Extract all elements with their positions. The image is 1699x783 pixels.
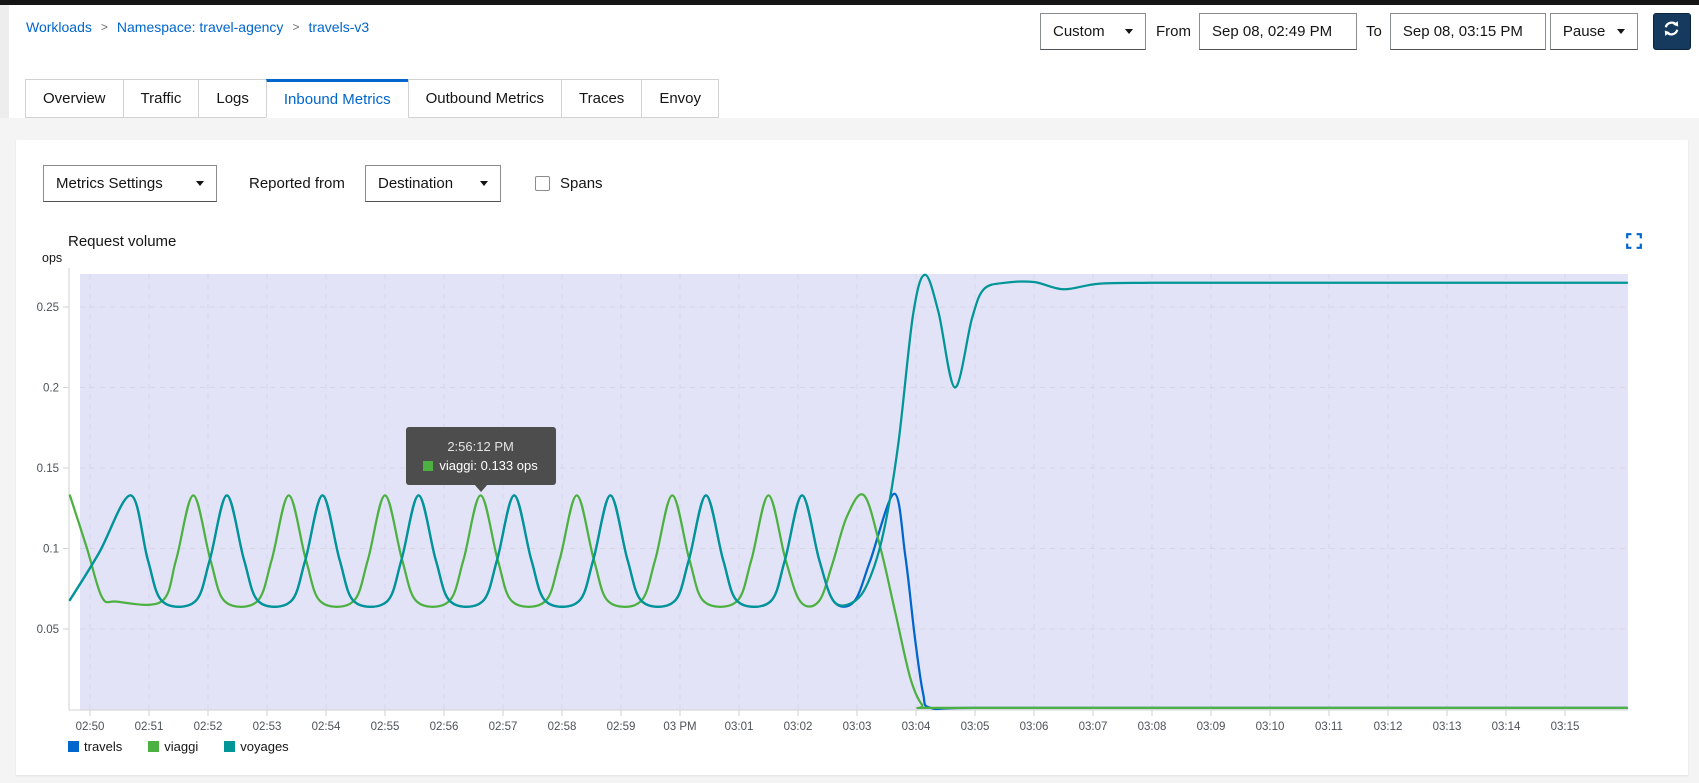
tooltip-value: viaggi: 0.133 ops (439, 458, 537, 473)
spans-checkbox[interactable] (535, 176, 550, 191)
legend-item-travels[interactable]: travels (68, 739, 122, 754)
page-background-band (0, 118, 1699, 140)
caret-down-icon (196, 181, 204, 186)
breadcrumb-separator: > (292, 20, 299, 34)
x-tick-label: 02:56 (430, 721, 459, 733)
legend-item-voyages[interactable]: voyages (224, 739, 288, 754)
refresh-interval-select[interactable]: Pause (1550, 13, 1638, 50)
x-tick-label: 03 PM (663, 721, 696, 733)
caret-down-icon (1617, 29, 1625, 34)
tab-outbound-metrics[interactable]: Outbound Metrics (408, 79, 562, 118)
y-tick-label: 0.25 (37, 302, 59, 314)
sync-icon (1663, 20, 1680, 42)
y-axis-unit-label: ops (42, 251, 62, 265)
reported-from-value: Destination (378, 175, 453, 192)
workload-detail-tabs: Overview Traffic Logs Inbound Metrics Ou… (25, 79, 719, 118)
x-tick-label: 03:09 (1197, 721, 1226, 733)
x-tick-label: 03:10 (1256, 721, 1285, 733)
tooltip-caret (474, 484, 488, 492)
plot-area-background (80, 274, 1628, 710)
duration-select[interactable]: Custom (1040, 13, 1146, 50)
tooltip-series-swatch (423, 461, 433, 471)
metrics-settings-dropdown[interactable]: Metrics Settings (43, 165, 217, 202)
x-tick-label: 03:04 (902, 721, 931, 733)
caret-down-icon (480, 181, 488, 186)
tab-envoy[interactable]: Envoy (641, 79, 719, 118)
breadcrumb-link-workloads[interactable]: Workloads (26, 19, 92, 35)
legend-swatch-viaggi (148, 741, 159, 752)
x-tick-label: 03:03 (843, 721, 872, 733)
breadcrumb-link-workload[interactable]: travels-v3 (308, 19, 369, 35)
reported-from-select[interactable]: Destination (365, 165, 501, 202)
x-tick-label: 02:58 (548, 721, 577, 733)
duration-select-value: Custom (1053, 23, 1105, 40)
x-tick-label: 02:50 (76, 721, 105, 733)
legend-item-viaggi[interactable]: viaggi (148, 739, 198, 754)
x-tick-label: 02:53 (253, 721, 282, 733)
refresh-button[interactable] (1653, 13, 1691, 50)
tab-traffic[interactable]: Traffic (123, 79, 200, 118)
metrics-settings-label: Metrics Settings (56, 175, 163, 192)
chart-title: Request volume (68, 233, 176, 250)
request-volume-chart[interactable]: 0.05 0.1 0.15 0.2 0.25 02:50 02:51 02:52 02:53 02… (16, 140, 1688, 775)
x-tick-label: 02:55 (371, 721, 400, 733)
to-label: To (1366, 23, 1382, 40)
x-tick-label: 03:07 (1079, 721, 1108, 733)
x-tick-label: 03:01 (725, 721, 754, 733)
x-tick-label: 02:51 (135, 721, 164, 733)
legend-label: travels (84, 739, 122, 754)
breadcrumb-link-namespace[interactable]: Namespace: travel-agency (117, 19, 284, 35)
time-range-controls: Custom From Sep 08, 02:49 PM To Sep 08, … (1040, 12, 1691, 50)
x-tick-label: 02:52 (194, 721, 223, 733)
chart-tooltip: 2:56:12 PM viaggi: 0.133 ops (406, 427, 556, 485)
from-label: From (1156, 23, 1191, 40)
metrics-toolbar: Metrics Settings Reported from Destinati… (16, 165, 1688, 202)
expand-chart-button[interactable] (1626, 233, 1642, 249)
from-datetime-value: Sep 08, 02:49 PM (1212, 23, 1332, 40)
spans-control: Spans (535, 165, 603, 202)
x-tick-label: 02:59 (607, 721, 636, 733)
masthead-edge (0, 0, 1699, 5)
from-datetime-input[interactable]: Sep 08, 02:49 PM (1199, 13, 1357, 50)
x-tick-label: 03:13 (1433, 721, 1462, 733)
tab-traces[interactable]: Traces (561, 79, 642, 118)
tab-overview[interactable]: Overview (25, 79, 124, 118)
tooltip-time: 2:56:12 PM (447, 439, 514, 454)
x-tick-label: 03:15 (1551, 721, 1580, 733)
spans-label: Spans (560, 175, 603, 192)
legend-label: voyages (240, 739, 288, 754)
y-tick-label: 0.2 (43, 383, 59, 395)
to-datetime-value: Sep 08, 03:15 PM (1403, 23, 1523, 40)
x-tick-label: 03:06 (1020, 721, 1049, 733)
x-tick-label: 02:57 (489, 721, 518, 733)
tab-inbound-metrics[interactable]: Inbound Metrics (266, 79, 409, 118)
legend-swatch-voyages (224, 741, 235, 752)
y-tick-label: 0.05 (37, 624, 59, 636)
x-tick-label: 03:14 (1492, 721, 1521, 733)
refresh-interval-value: Pause (1563, 23, 1606, 40)
legend-swatch-travels (68, 741, 79, 752)
breadcrumb-separator: > (101, 20, 108, 34)
x-tick-label: 03:08 (1138, 721, 1167, 733)
to-datetime-input[interactable]: Sep 08, 03:15 PM (1390, 13, 1546, 50)
x-tick-label: 03:05 (961, 721, 990, 733)
x-tick-label: 03:11 (1315, 721, 1343, 733)
y-tick-label: 0.15 (37, 463, 59, 475)
x-tick-label: 03:12 (1374, 721, 1403, 733)
expand-icon (1626, 236, 1642, 253)
metrics-card: 0.05 0.1 0.15 0.2 0.25 02:50 02:51 02:52 02:53 02… (16, 140, 1688, 775)
reported-from-label: Reported from (249, 165, 345, 202)
legend-label: viaggi (164, 739, 198, 754)
chart-legend: travels viaggi voyages (68, 739, 289, 754)
x-tick-label: 03:02 (784, 721, 813, 733)
breadcrumb: Workloads > Namespace: travel-agency > t… (26, 19, 369, 35)
tab-logs[interactable]: Logs (198, 79, 267, 118)
y-tick-label: 0.1 (43, 544, 59, 556)
caret-down-icon (1125, 29, 1133, 34)
x-tick-label: 02:54 (312, 721, 341, 733)
